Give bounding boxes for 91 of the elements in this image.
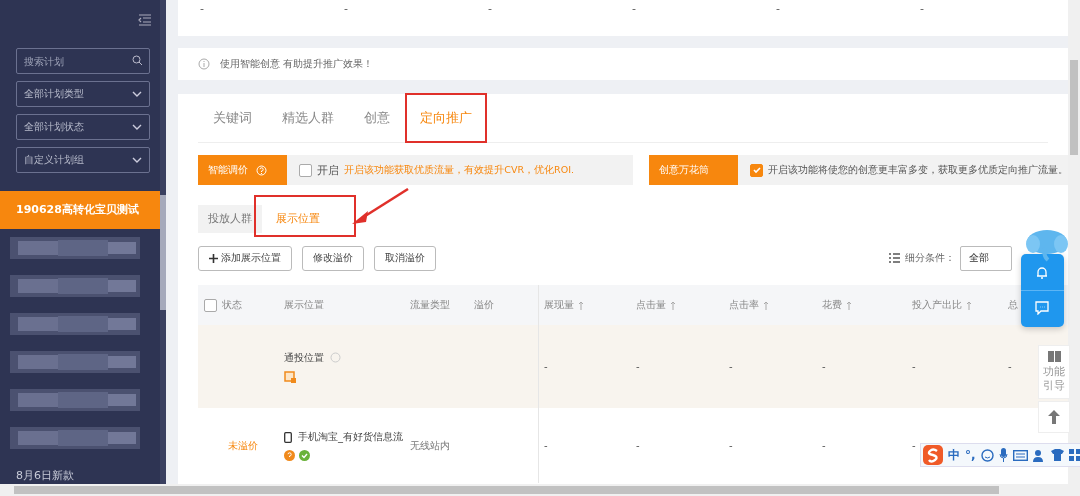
keyboard-icon[interactable] [1012,449,1028,461]
table-cell: 无线站内 [410,438,450,453]
help-icon [256,164,267,176]
chevron-icon [132,91,142,97]
summary-value: - [775,2,780,17]
sort-icon[interactable] [578,300,584,310]
sort-icon[interactable] [846,300,852,310]
hint-text: 开启该功能将使您的创意更丰富多变，获取更多优质定向推广流量。 [768,163,1068,177]
grid-icon[interactable] [1068,449,1080,461]
checkbox[interactable] [203,298,217,312]
filter-select[interactable]: 自定义计划组 [16,147,150,173]
table-cell: - [636,440,640,451]
column-header: 展示位置 [284,298,324,312]
action-button[interactable]: 修改溢价 [302,245,364,271]
bell-icon[interactable] [1035,266,1049,280]
campaign-item[interactable]: 8月6日新款 [0,467,160,485]
scrollbar-thumb[interactable] [1070,60,1078,155]
column-header: 点击量 [636,298,666,312]
question-icon [284,450,295,461]
ime-mode[interactable]: 中 [948,446,960,464]
hint-text: 开启该功能获取优质流量，有效提升CVR，优化ROI. [344,163,574,177]
help-icon [330,352,341,363]
action-button[interactable]: 取消溢价 [374,245,436,271]
summary-value: - [200,2,204,17]
table-cell: - [636,361,640,372]
column-header: 溢价 [474,298,494,312]
table-cell: - [729,361,733,372]
segment-select[interactable]: 全部 [960,245,1012,271]
summary-value: - [631,2,636,17]
column-header: 状态 [222,298,242,312]
table-cell: - [544,361,548,372]
phone-icon [284,431,292,443]
collapse-icon[interactable] [138,14,152,26]
book-icon [1047,350,1061,362]
device-icon [284,370,296,383]
column-header: 展现量 [544,298,574,312]
scrollbar-thumb[interactable] [160,195,166,310]
column-header: 投入产出比 [912,298,962,312]
table-cell: - [822,440,826,451]
guide-label: 功能引导 [1042,365,1066,394]
sort-icon[interactable] [763,300,769,310]
list-icon [889,253,900,263]
ime-punctuation[interactable]: °, [965,448,976,462]
search-field[interactable]: 搜索计划 [16,48,150,74]
column-header: 点击率 [729,298,759,312]
search-icon[interactable] [132,55,143,66]
annotation-arrow [350,188,410,226]
table-cell: - [822,361,826,372]
checkbox-label: 开启 [317,162,340,178]
table-cell: - [729,440,733,451]
info-icon [198,58,210,70]
tab[interactable]: 精选人群 [267,109,349,127]
up-arrow-icon [1048,409,1060,424]
table-cell: - [912,361,916,372]
user-icon[interactable] [1032,448,1046,462]
checkbox[interactable] [750,163,763,177]
scrollbar-thumb[interactable] [14,486,999,494]
action-button[interactable]: 添加展示位置 [198,245,292,271]
chat-icon[interactable] [1035,301,1049,315]
shirt-icon[interactable] [1050,449,1064,461]
table-cell: - [1008,361,1012,372]
sub-tab[interactable]: 投放人群 [198,205,262,233]
guide-button[interactable]: 功能引导 [1038,345,1070,399]
tab[interactable]: 定向推广 [405,109,487,127]
notice-text: 使用智能创意 有助提升推广效果！ [220,57,374,71]
plus-icon [209,253,218,263]
placement-name: 通投位置 [284,350,324,365]
column-header: 流量类型 [410,298,450,312]
back-to-top-button[interactable] [1038,400,1070,433]
microphone-icon[interactable] [998,448,1008,462]
sort-icon[interactable] [670,300,676,310]
checkbox[interactable] [299,163,313,177]
tab[interactable]: 关键词 [198,109,267,127]
column-header: 总 [1008,298,1018,312]
chevron-icon [132,124,142,130]
filter-select[interactable]: 全部计划状态 [16,114,150,140]
placement-name: 手机淘宝_有好货信息流 [298,430,403,444]
sort-icon[interactable] [966,300,972,310]
summary-value: - [919,2,924,17]
chevron-icon [132,157,142,163]
tab[interactable]: 创意 [349,109,405,127]
table-cell: - [912,440,916,451]
status-text: 未溢价 [227,438,258,453]
summary-value: - [344,2,348,17]
filter-select[interactable]: 全部计划类型 [16,81,150,107]
smiley-icon[interactable] [980,448,994,462]
segment-label: 细分条件： [905,251,955,265]
table-cell: - [544,440,548,451]
summary-value: - [487,2,492,17]
check-icon [299,450,310,461]
column-header: 花费 [822,298,842,312]
